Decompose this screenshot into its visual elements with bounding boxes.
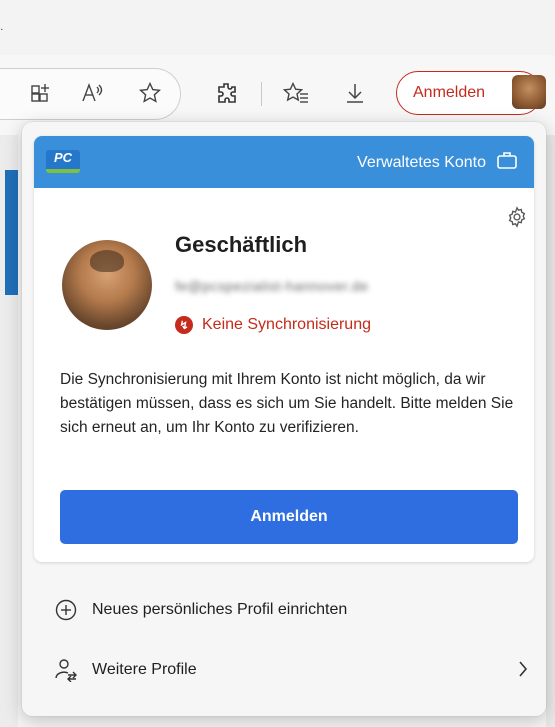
title-strip: ˙ <box>0 0 555 55</box>
profile-avatar <box>62 240 152 330</box>
extensions-icon[interactable] <box>214 80 240 106</box>
favorites-icon[interactable] <box>283 80 309 106</box>
managed-account[interactable]: Verwaltetes Konto <box>357 150 518 175</box>
app-available-icon[interactable] <box>28 80 54 106</box>
toolbar-profile-avatar[interactable] <box>512 75 546 109</box>
sync-error-icon: ↯ <box>175 316 193 334</box>
profile-email: fe@pcspezialist-hannover.de <box>175 278 369 294</box>
chevron-right-icon <box>516 658 530 685</box>
profile-popup: PC Verwaltetes Konto Geschäftlich fe@pcs… <box>22 122 546 716</box>
switch-profile-icon <box>54 658 78 682</box>
favorite-star-icon[interactable] <box>137 80 163 106</box>
sync-message: Die Synchronisierung mit Ihrem Konto ist… <box>60 371 514 436</box>
profile-name: Geschäftlich <box>175 232 308 257</box>
sync-status: ↯ Keine Synchronisierung <box>175 316 371 334</box>
menu-item-more-profiles[interactable]: Weitere Profile <box>54 650 534 690</box>
profile-card: PC Verwaltetes Konto Geschäftlich fe@pcs… <box>34 136 534 562</box>
read-aloud-icon[interactable] <box>80 80 106 106</box>
caret-mark: ˙ <box>0 26 5 42</box>
briefcase-icon <box>496 150 518 175</box>
downloads-icon[interactable] <box>342 80 368 106</box>
menu-item-more-profiles-label: Weitere Profile <box>92 661 197 678</box>
page-content-right <box>546 135 555 727</box>
toolbar-signin-label: Anmelden <box>413 84 486 101</box>
managed-account-label: Verwaltetes Konto <box>357 153 486 171</box>
signin-button[interactable]: Anmelden <box>60 490 518 544</box>
card-header: PC Verwaltetes Konto <box>34 136 534 188</box>
menu-item-new-profile[interactable]: Neues persönliches Profil einrichten <box>54 590 534 630</box>
toolbar-separator <box>261 82 262 106</box>
profile-settings-gear-icon[interactable] <box>506 206 528 228</box>
add-circle-icon <box>54 598 78 622</box>
company-logo-bar <box>46 169 80 173</box>
menu-item-new-profile-label: Neues persönliches Profil einrichten <box>92 601 348 618</box>
page-blue-block <box>5 170 18 295</box>
sync-status-label: Keine Synchronisierung <box>202 316 371 333</box>
